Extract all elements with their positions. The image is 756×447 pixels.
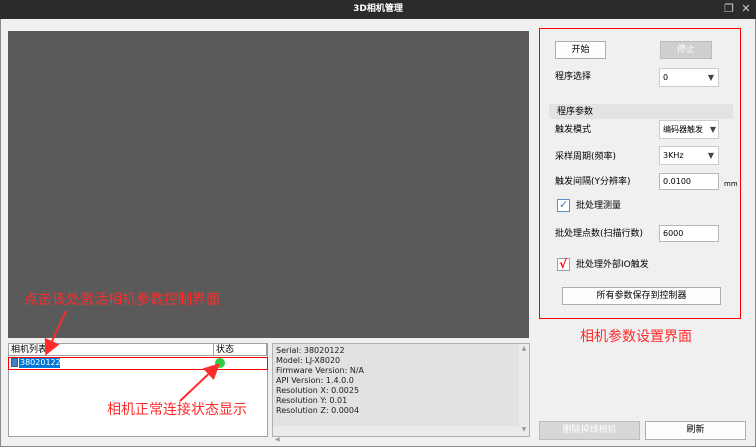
arrow-to-camera-row: [44, 310, 67, 356]
arrow-to-status: [179, 363, 220, 402]
annotation-arrows: [44, 310, 220, 402]
